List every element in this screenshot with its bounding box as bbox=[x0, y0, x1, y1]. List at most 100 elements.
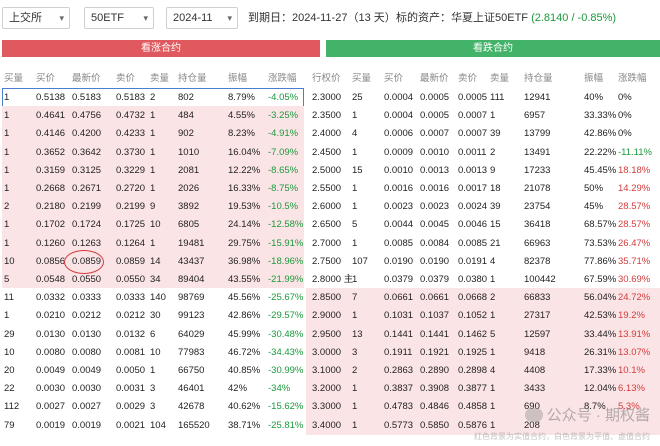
call-cell: 0.4732 bbox=[116, 110, 146, 122]
put-cell: 0.0191 bbox=[458, 255, 488, 267]
call-row[interactable]: 22 0.0030 0.0030 0.0031 3 46401 42% -34% bbox=[2, 379, 304, 399]
call-row[interactable]: 1 0.5138 0.5183 0.5183 2 802 8.79% -4.05% bbox=[2, 88, 304, 107]
call-cell: 45.56% bbox=[228, 292, 261, 304]
call-col-header[interactable]: 最新价 bbox=[72, 70, 101, 84]
call-cell: 1 bbox=[150, 110, 156, 122]
underlying-select[interactable]: 50ETF ▾ bbox=[84, 7, 154, 29]
exchange-select[interactable]: 上交所 ▾ bbox=[2, 7, 70, 29]
put-cell: 0.0084 bbox=[420, 237, 450, 249]
put-row[interactable]: 2.7500 107 0.0190 0.0190 0.0191 4 82378 77.86% 3… bbox=[306, 251, 660, 271]
put-col-header[interactable]: 涨跌幅 bbox=[618, 70, 647, 84]
call-row[interactable]: 29 0.0130 0.0130 0.0132 6 64029 45.99% -30.48% bbox=[2, 324, 304, 344]
put-col-header[interactable]: 行权价 bbox=[312, 70, 341, 84]
put-col-header[interactable]: 买量 bbox=[352, 70, 371, 84]
chevron-down-icon: ▾ bbox=[59, 13, 64, 23]
call-cell: 0.0081 bbox=[116, 346, 146, 358]
put-col-header[interactable]: 卖价 bbox=[458, 70, 477, 84]
call-row[interactable]: 10 0.0856 0.0859 0.0859 14 43437 36.98% -18.96% bbox=[2, 251, 304, 271]
call-cell: -29.57% bbox=[268, 310, 304, 322]
call-cell: 40.62% bbox=[228, 401, 261, 413]
call-cell: 1 bbox=[4, 110, 10, 122]
put-row[interactable]: 2.4000 4 0.0006 0.0007 0.0007 39 13799 42.86% 0% bbox=[306, 124, 660, 144]
put-col-header[interactable]: 最新价 bbox=[420, 70, 449, 84]
put-row[interactable]: 2.5000 15 0.0010 0.0013 0.0013 9 17233 45.45% 18… bbox=[306, 160, 660, 180]
put-cell: 24.72% bbox=[618, 292, 651, 304]
put-cell: 0.2898 bbox=[458, 365, 488, 376]
put-col-header[interactable]: 振幅 bbox=[584, 70, 603, 84]
call-row[interactable]: 1 0.3159 0.3125 0.3229 1 2081 12.22% -8.65% bbox=[2, 160, 304, 180]
call-cell: 10 bbox=[4, 255, 15, 267]
put-cell: 1 bbox=[352, 274, 358, 285]
call-cell: 6805 bbox=[178, 219, 200, 231]
call-cell: 29.75% bbox=[228, 237, 261, 249]
put-cell: 0.2890 bbox=[420, 365, 450, 376]
put-col-header[interactable]: 买价 bbox=[384, 70, 403, 84]
put-cell: 0.0045 bbox=[420, 219, 450, 231]
put-row[interactable]: 2.6500 5 0.0044 0.0045 0.0046 15 36418 68.57% 28… bbox=[306, 215, 660, 235]
put-cell: 1 bbox=[352, 146, 358, 158]
put-cell: 33.44% bbox=[584, 328, 617, 340]
put-row[interactable]: 2.8000 主 1 0.0379 0.0379 0.0380 1 100442 67.59%… bbox=[306, 270, 660, 289]
call-col-header[interactable]: 涨跌幅 bbox=[268, 70, 297, 84]
put-row[interactable]: 2.9000 1 0.1031 0.1037 0.1052 1 27317 42.53% 19.… bbox=[306, 306, 660, 326]
call-row[interactable]: 11 0.0332 0.0333 0.0333 140 98769 45.56% -25.67… bbox=[2, 288, 304, 308]
call-row[interactable]: 1 0.1260 0.1263 0.1264 1 19481 29.75% -15.91% bbox=[2, 233, 304, 253]
call-cell: -15.62% bbox=[268, 401, 304, 413]
call-row[interactable]: 112 0.0027 0.0027 0.0029 3 42678 40.62% -15.62% bbox=[2, 397, 304, 417]
call-row[interactable]: 20 0.0049 0.0049 0.0050 1 66750 40.85% -30.99% bbox=[2, 361, 304, 380]
put-row[interactable]: 2.8500 7 0.0661 0.0661 0.0668 2 66833 56.04% 24.… bbox=[306, 288, 660, 308]
put-row[interactable]: 3.2000 1 0.3837 0.3908 0.3877 1 3433 12.04% 6.13… bbox=[306, 379, 660, 399]
call-cell: 0.1702 bbox=[36, 219, 66, 231]
call-row[interactable]: 1 0.0210 0.0212 0.0212 30 99123 42.86% -29.57% bbox=[2, 306, 304, 326]
call-row[interactable]: 1 0.1702 0.1724 0.1725 10 6805 24.14% -12.58% bbox=[2, 215, 304, 235]
strike-cell: 2.8500 bbox=[312, 292, 342, 304]
call-col-header[interactable]: 卖价 bbox=[116, 70, 135, 84]
call-cell: 0.4756 bbox=[72, 110, 102, 122]
put-col-header[interactable]: 卖量 bbox=[490, 70, 509, 84]
put-row[interactable]: 2.3000 25 0.0004 0.0005 0.0005 111 12941 40% 0% bbox=[306, 88, 660, 107]
call-row[interactable]: 79 0.0019 0.0019 0.0021 104 165520 38.71% -25.8… bbox=[2, 415, 304, 435]
call-cell: 0.1264 bbox=[116, 237, 146, 249]
call-cell: -25.81% bbox=[268, 419, 304, 431]
month-select[interactable]: 2024-11 ▾ bbox=[166, 7, 238, 29]
call-col-header[interactable]: 买价 bbox=[36, 70, 55, 84]
call-cell: 8.23% bbox=[228, 128, 255, 140]
call-cell: 0.4200 bbox=[72, 128, 102, 140]
call-col-header[interactable]: 持仓量 bbox=[178, 70, 207, 84]
call-cell: 0.0050 bbox=[116, 365, 146, 376]
put-row[interactable]: 2.4500 1 0.0009 0.0010 0.0011 2 13491 22.22% -11… bbox=[306, 142, 660, 162]
put-cell: 0.0190 bbox=[420, 255, 450, 267]
put-row[interactable]: 2.9500 13 0.1441 0.1441 0.1462 5 12597 33.44% 13… bbox=[306, 324, 660, 344]
call-cell: -8.75% bbox=[268, 183, 299, 194]
call-row[interactable]: 1 0.4146 0.4200 0.4233 1 902 8.23% -4.91% bbox=[2, 124, 304, 144]
put-row[interactable]: 2.6000 1 0.0023 0.0023 0.0024 39 23754 45% 28.57… bbox=[306, 197, 660, 217]
call-col-header[interactable]: 振幅 bbox=[228, 70, 247, 84]
call-row[interactable]: 2 0.2180 0.2199 0.2199 9 3892 19.53% -10.5% bbox=[2, 197, 304, 217]
call-col-header[interactable]: 买量 bbox=[4, 70, 23, 84]
call-row[interactable]: 1 0.4641 0.4756 0.4732 1 484 4.55% -3.25% bbox=[2, 106, 304, 126]
call-row[interactable]: 5 0.0548 0.0550 0.0550 34 89404 43.55% -21.99% bbox=[2, 270, 304, 289]
call-cell: 0.0080 bbox=[72, 346, 102, 358]
put-cell: 0.0023 bbox=[420, 201, 450, 213]
call-col-header[interactable]: 卖量 bbox=[150, 70, 169, 84]
call-row[interactable]: 1 0.2668 0.2671 0.2720 1 2026 16.33% -8.75% bbox=[2, 179, 304, 198]
call-cell: 30 bbox=[150, 310, 161, 322]
call-cell: 0.1725 bbox=[116, 219, 146, 231]
put-row[interactable]: 2.3500 1 0.0004 0.0005 0.0007 1 6957 33.33% 0% bbox=[306, 106, 660, 126]
call-row[interactable]: 10 0.0080 0.0080 0.0081 10 77983 46.72% -34.43% bbox=[2, 342, 304, 362]
put-cell: 0.1441 bbox=[384, 328, 414, 340]
put-col-header[interactable]: 持仓量 bbox=[524, 70, 553, 84]
call-row[interactable]: 1 0.3652 0.3642 0.3730 1 1010 16.04% -7.09% bbox=[2, 142, 304, 162]
put-cell: 15 bbox=[490, 219, 501, 231]
put-cell: 1 bbox=[352, 401, 358, 413]
call-cell: 42% bbox=[228, 383, 248, 395]
call-cell: 1 bbox=[4, 164, 10, 176]
put-row[interactable]: 2.5500 1 0.0016 0.0016 0.0017 18 21078 50% 14.29… bbox=[306, 179, 660, 198]
put-row[interactable]: 3.0000 3 0.1911 0.1921 0.1925 1 9418 26.31% 13.0… bbox=[306, 342, 660, 362]
call-cell: 1 bbox=[150, 146, 156, 158]
put-row[interactable]: 3.1000 2 0.2863 0.2890 0.2898 4 4408 17.33% 10.1… bbox=[306, 361, 660, 380]
strike-cell: 2.5000 bbox=[312, 164, 342, 176]
put-row[interactable]: 2.7000 1 0.0085 0.0084 0.0085 21 66963 73.53% 26… bbox=[306, 233, 660, 253]
call-cell: 0.0548 bbox=[36, 274, 66, 285]
strike-cell: 2.3500 bbox=[312, 110, 342, 122]
